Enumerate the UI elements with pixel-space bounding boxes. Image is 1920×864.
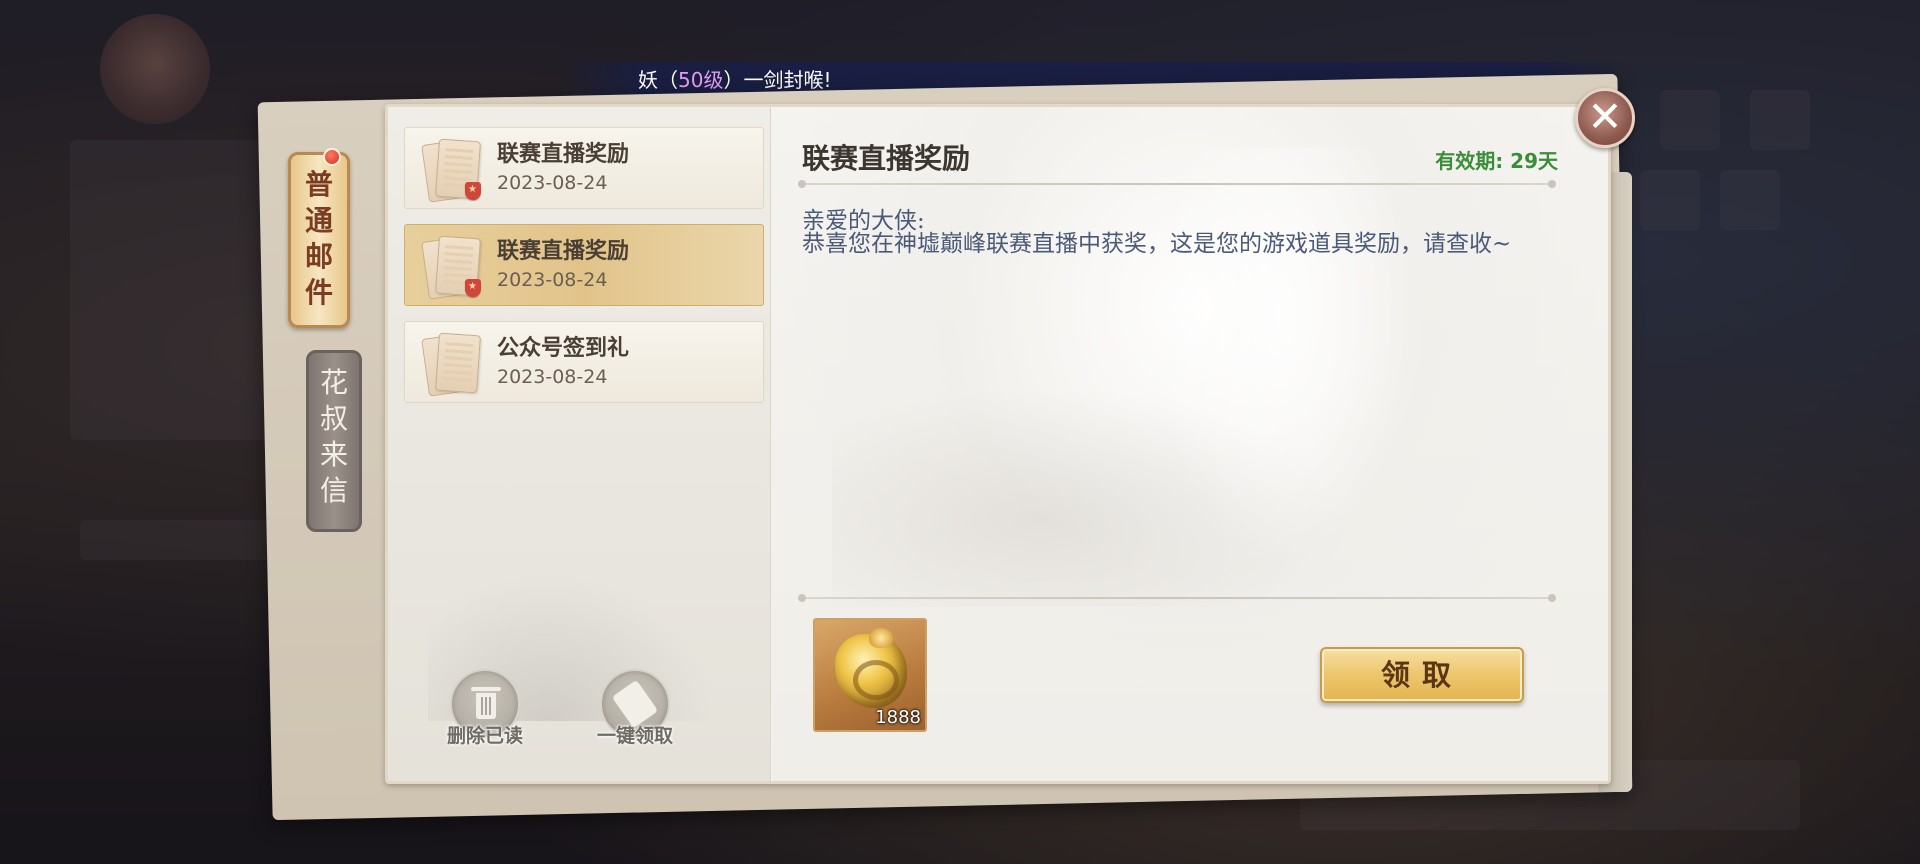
mail-list-pane: 联赛直播奖励 2023-08-24 联赛直播奖励 2023-08-24 公众号签… — [388, 107, 771, 781]
close-icon[interactable]: ✕ — [1575, 88, 1635, 148]
tab-normal-mail[interactable]: 普 通 邮 件 — [288, 152, 350, 328]
seal-icon — [465, 182, 481, 200]
delete-read-label: 删除已读 — [446, 725, 523, 747]
claim-button[interactable]: 领取 — [1320, 647, 1524, 703]
delete-read-button[interactable]: 删除已读 — [430, 669, 540, 748]
envelope-icon — [421, 330, 483, 398]
validity-period: 有效期: 29天 — [1435, 149, 1558, 173]
claim-all-label: 一键领取 — [596, 725, 673, 747]
mail-title: 联赛直播奖励 — [497, 141, 630, 167]
tab-uncle-hua-letters[interactable]: 花 叔 来 信 — [306, 350, 362, 532]
title-divider — [798, 180, 1556, 188]
marquee-prefix: 妖（ — [638, 68, 678, 92]
mail-panel: 联赛直播奖励 2023-08-24 联赛直播奖励 2023-08-24 公众号签… — [385, 104, 1611, 784]
mail-title: 联赛直播奖励 — [497, 238, 630, 264]
claim-all-button[interactable]: 一键领取 — [580, 669, 690, 748]
mail-date: 2023-08-24 — [497, 172, 608, 194]
reward-divider — [798, 594, 1556, 602]
tab-char: 来 — [319, 438, 348, 471]
notification-dot — [323, 148, 341, 166]
mail-detail-title: 联赛直播奖励 — [802, 142, 971, 175]
mail-list-item[interactable]: 联赛直播奖励 2023-08-24 — [404, 127, 764, 209]
seal-icon — [465, 279, 481, 297]
tab-char: 件 — [304, 276, 333, 309]
marquee-level: 50级 — [678, 68, 724, 92]
envelope-icon — [421, 233, 483, 301]
mail-date: 2023-08-24 — [497, 269, 608, 291]
tab-char: 叔 — [319, 402, 348, 435]
mail-body: 恭喜您在神墟巅峰联赛直播中获奖，这是您的游戏道具奖励，请查收~ — [802, 231, 1512, 257]
envelope-icon — [421, 136, 483, 204]
mail-list-item-selected[interactable]: 联赛直播奖励 2023-08-24 — [404, 224, 764, 306]
mail-title: 公众号签到礼 — [497, 335, 630, 361]
tab-char: 信 — [319, 474, 348, 507]
tab-char: 邮 — [304, 240, 333, 273]
reward-count: 1888 — [875, 707, 921, 728]
tab-char: 花 — [319, 366, 348, 399]
tab-char: 通 — [304, 204, 333, 237]
reward-item[interactable]: 1888 — [813, 618, 927, 732]
waterfall-decoration — [1152, 147, 1412, 567]
mail-list-item[interactable]: 公众号签到礼 2023-08-24 — [404, 321, 764, 403]
tab-char: 普 — [304, 168, 333, 201]
golden-dragon-icon — [835, 628, 907, 708]
mail-date: 2023-08-24 — [497, 366, 608, 388]
marquee-suffix: ）一剑封喉! — [723, 68, 832, 92]
